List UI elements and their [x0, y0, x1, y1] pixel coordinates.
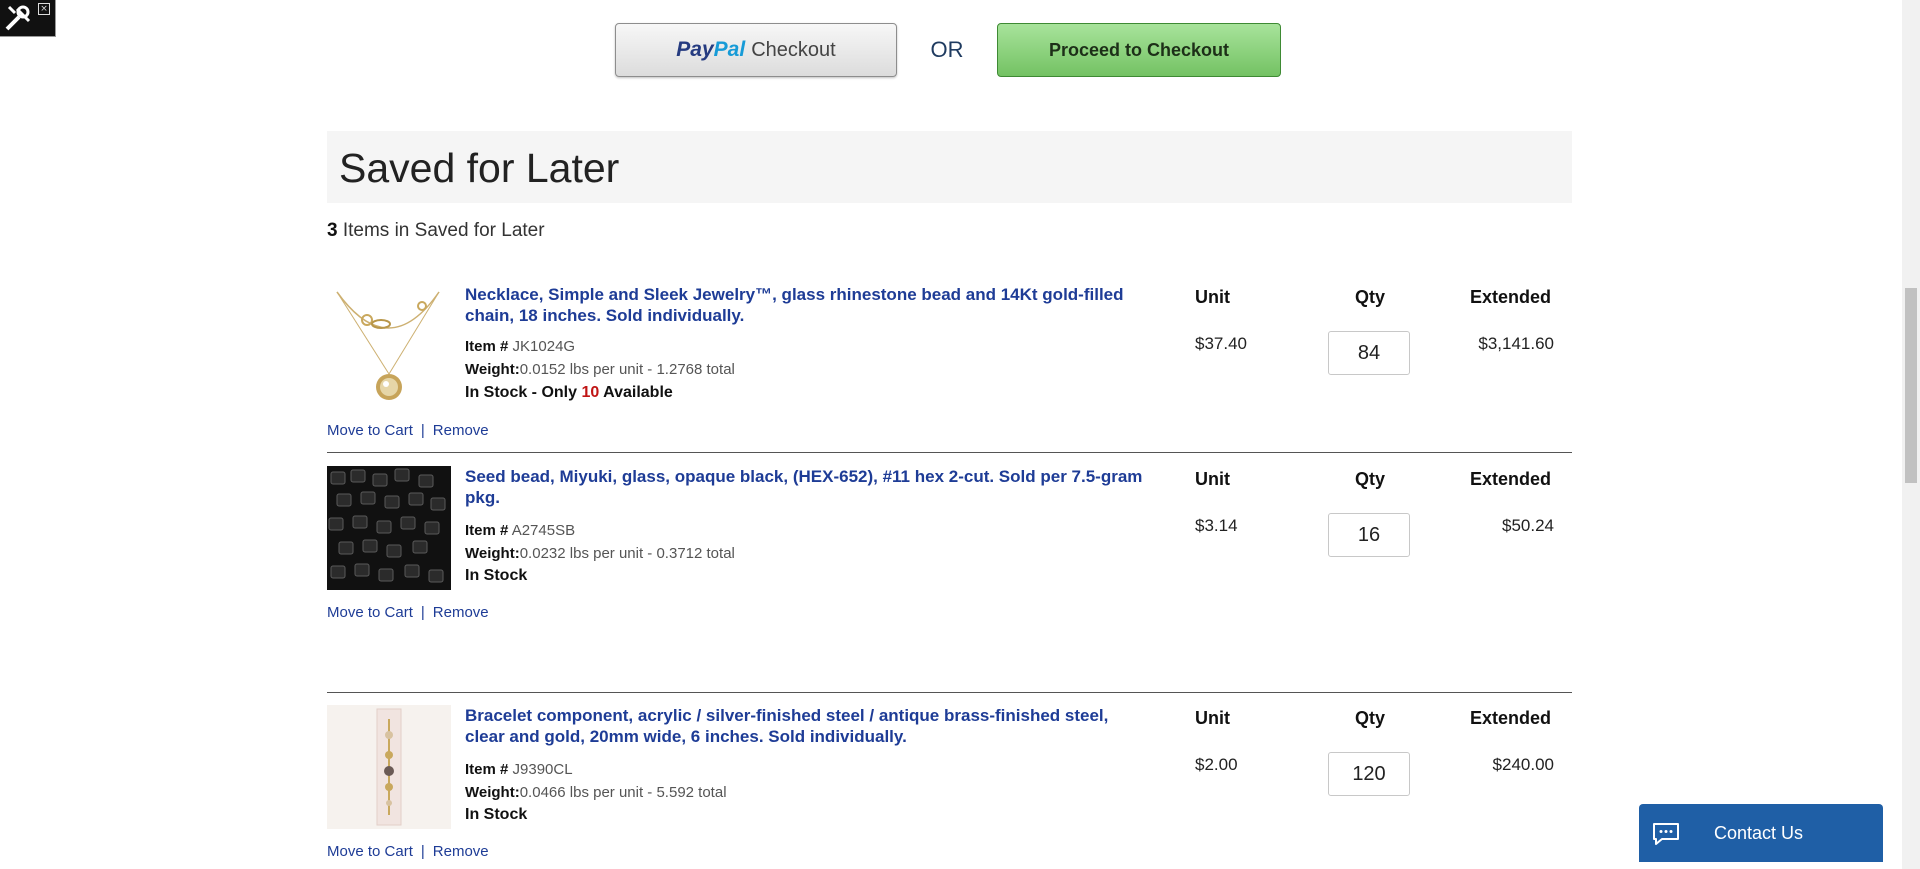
item-divider [327, 692, 1572, 693]
devtools-toggle[interactable]: × [0, 0, 56, 37]
product-image-necklace[interactable] [327, 284, 451, 408]
product-title-link[interactable]: Necklace, Simple and Sleek Jewelry™, gla… [465, 284, 1145, 326]
product-title-link[interactable]: Bracelet component, acrylic / silver-fin… [465, 705, 1145, 747]
page-scrollbar[interactable] [1902, 0, 1920, 869]
tools-icon [5, 5, 31, 31]
item-number: Item # J9390CL [465, 761, 573, 778]
paypal-logo-pay: Pay [676, 38, 714, 61]
saved-for-later-header: Saved for Later [327, 131, 1572, 203]
move-to-cart-link[interactable]: Move to Cart [327, 843, 413, 860]
unit-column-header: Unit [1195, 708, 1230, 728]
contact-us-button[interactable]: Contact Us [1639, 804, 1883, 862]
item-number-value: A2745SB [511, 522, 576, 539]
item-number-label: Item # [465, 522, 509, 539]
product-image-seed-bead[interactable] [327, 466, 451, 590]
remove-link[interactable]: Remove [433, 843, 489, 860]
weight-label: Weight: [465, 545, 520, 562]
scrollbar-thumb[interactable] [1905, 288, 1917, 483]
action-separator: | [420, 843, 425, 860]
unit-column-header: Unit [1195, 469, 1230, 489]
weight-value: 0.0466 lbs per unit - 5.592 total [519, 784, 727, 801]
move-to-cart-link[interactable]: Move to Cart [327, 422, 413, 439]
saved-count-text: 3 Items in Saved for Later [327, 220, 545, 242]
unit-column-header: Unit [1195, 287, 1230, 307]
item-weight: Weight:0.0466 lbs per unit - 5.592 total [465, 784, 727, 801]
extended-price: $50.24 [1502, 516, 1554, 535]
item-weight: Weight:0.0232 lbs per unit - 0.3712 tota… [465, 545, 735, 562]
weight-value: 0.0232 lbs per unit - 0.3712 total [519, 545, 735, 562]
paypal-checkout-label: Checkout [751, 38, 836, 61]
paypal-logo-pal: Pal [713, 38, 746, 61]
weight-value: 0.0152 lbs per unit - 1.2768 total [519, 361, 735, 378]
product-image-bracelet[interactable] [327, 705, 451, 829]
weight-label: Weight: [465, 784, 520, 801]
paypal-checkout-button[interactable]: Pay Pal Checkout [615, 23, 897, 77]
extended-price: $240.00 [1492, 755, 1554, 774]
item-number-label: Item # [465, 338, 509, 355]
item-number-label: Item # [465, 761, 509, 778]
item-number: Item # A2745SB [465, 522, 575, 539]
unit-price: $2.00 [1195, 755, 1238, 774]
remove-link[interactable]: Remove [433, 422, 489, 439]
page-title: Saved for Later [339, 145, 620, 191]
item-actions: Move to Cart | Remove [327, 604, 489, 621]
move-to-cart-link[interactable]: Move to Cart [327, 604, 413, 621]
extended-price: $3,141.60 [1478, 334, 1554, 353]
item-weight: Weight:0.0152 lbs per unit - 1.2768 tota… [465, 361, 735, 378]
proceed-to-checkout-button[interactable]: Proceed to Checkout [997, 23, 1281, 77]
extended-column-header: Extended [1470, 708, 1552, 728]
qty-column-header: Qty [1355, 287, 1386, 307]
stock-suffix: Available [599, 384, 673, 401]
or-separator: OR [930, 37, 964, 62]
checkout-row: Pay Pal Checkout OR Proceed to Checkout [615, 22, 1281, 78]
item-number-value: J9390CL [512, 761, 573, 778]
qty-column-header: Qty [1355, 469, 1386, 489]
stock-prefix: In Stock - Only [465, 384, 582, 401]
unit-price: $37.40 [1195, 334, 1247, 353]
action-separator: | [420, 604, 425, 621]
unit-price: $3.14 [1195, 516, 1238, 535]
qty-column-header: Qty [1355, 708, 1386, 728]
remove-link[interactable]: Remove [433, 604, 489, 621]
stock-status: In Stock - Only 10 Available [465, 384, 673, 402]
contact-us-label: Contact Us [1714, 822, 1804, 843]
item-actions: Move to Cart | Remove [327, 843, 489, 860]
item-number: Item # JK1024G [465, 338, 575, 355]
close-icon[interactable]: × [38, 3, 50, 15]
weight-label: Weight: [465, 361, 520, 378]
item-number-value: JK1024G [512, 338, 576, 355]
stock-status: In Stock [465, 567, 528, 584]
extended-column-header: Extended [1470, 287, 1552, 307]
saved-count-number: 3 [327, 220, 338, 241]
chat-bubble-icon [1652, 822, 1680, 845]
saved-count-suffix: Items in Saved for Later [337, 220, 545, 241]
item-divider [327, 452, 1572, 453]
stock-quantity: 10 [581, 384, 600, 401]
item-actions: Move to Cart | Remove [327, 422, 489, 439]
product-title-link[interactable]: Seed bead, Miyuki, glass, opaque black, … [465, 466, 1145, 508]
quantity-input[interactable] [1328, 513, 1410, 557]
quantity-input[interactable] [1328, 331, 1410, 375]
action-separator: | [420, 422, 425, 439]
stock-status: In Stock [465, 806, 528, 823]
extended-column-header: Extended [1470, 469, 1552, 489]
quantity-input[interactable] [1328, 752, 1410, 796]
